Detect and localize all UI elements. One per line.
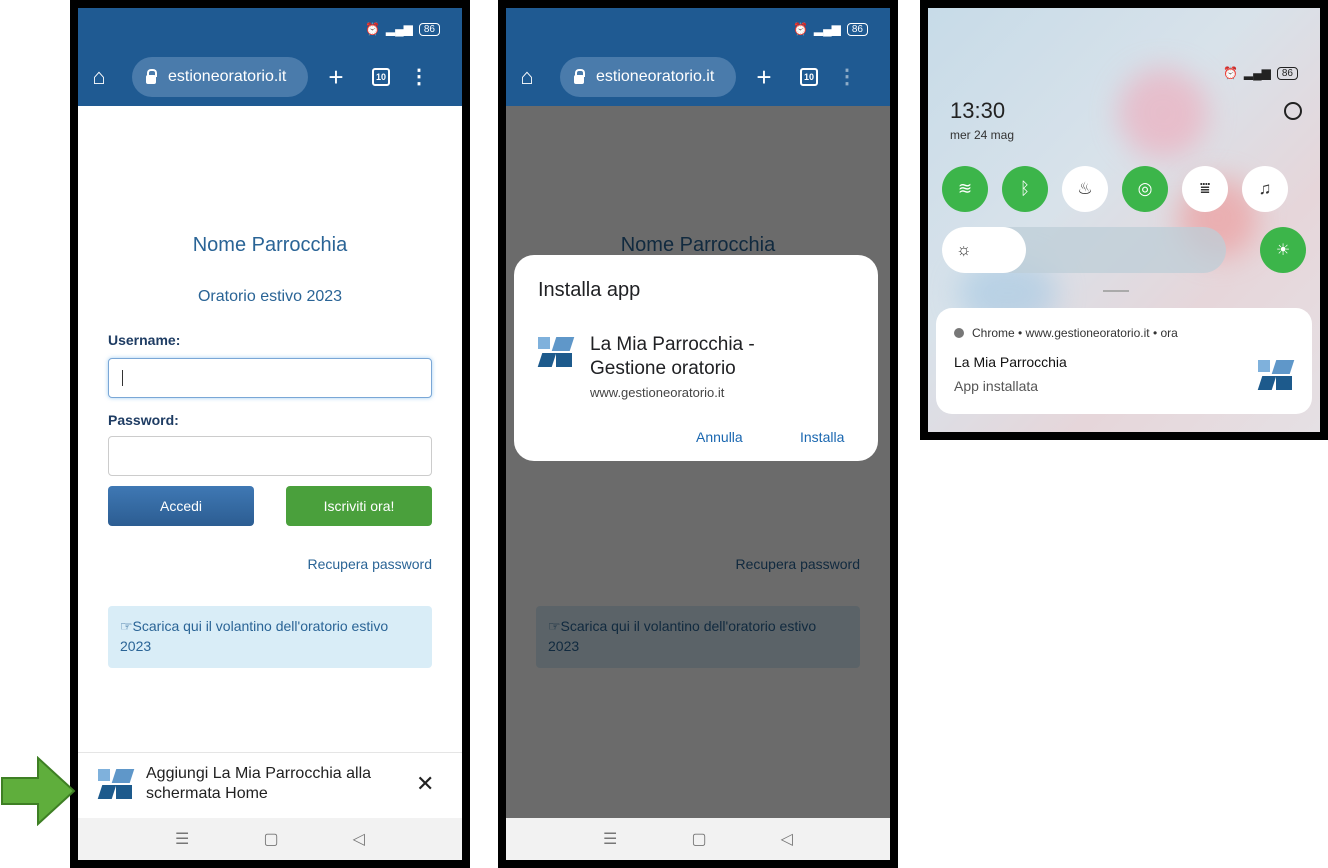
- notification-card[interactable]: Chrome • www.gestioneoratorio.it • ora L…: [936, 308, 1312, 414]
- battery-indicator: 86: [846, 22, 868, 36]
- login-page: Nome Parrocchia Oratorio estivo 2023 Use…: [78, 106, 462, 860]
- system-nav-bar: ☰ ▢ ◁: [506, 818, 890, 860]
- password-input[interactable]: [108, 436, 432, 476]
- cancel-button[interactable]: Annulla: [696, 429, 743, 445]
- address-bar[interactable]: estioneoratorio.it: [560, 57, 736, 97]
- wifi-icon[interactable]: ≋: [942, 166, 988, 212]
- chrome-icon: [954, 328, 964, 338]
- tabs-icon[interactable]: 10: [372, 68, 390, 86]
- battery-indicator: 86: [418, 22, 440, 36]
- notification-source-text: Chrome • www.gestioneoratorio.it • ora: [972, 326, 1178, 340]
- back-icon[interactable]: ◁: [781, 829, 793, 849]
- tabs-icon[interactable]: 10: [800, 68, 818, 86]
- status-bar: ⏰ ▂▄▆ 86: [1223, 66, 1298, 80]
- username-input[interactable]: [108, 358, 432, 398]
- menu-dots-icon[interactable]: ⋮: [832, 67, 862, 87]
- drag-handle[interactable]: [1103, 290, 1129, 292]
- location-icon[interactable]: ◎: [1122, 166, 1168, 212]
- address-bar[interactable]: estioneoratorio.it: [132, 57, 308, 97]
- browser-toolbar: ⏰ ▂▄▆ 86 ⌂ estioneoratorio.it + 10 ⋮: [78, 8, 462, 106]
- alarm-icon: ⏰: [792, 22, 808, 36]
- lock-icon: [146, 68, 157, 84]
- settings-icon[interactable]: [1284, 102, 1302, 120]
- phone-login: ⏰ ▂▄▆ 86 ⌂ estioneoratorio.it + 10 ⋮ Nom…: [70, 0, 470, 868]
- recents-icon[interactable]: ☰: [603, 829, 617, 849]
- notification-body: App installata: [954, 378, 1039, 394]
- phone-install-dialog: ⏰ ▂▄▆ 86 ⌂ estioneoratorio.it + 10 ⋮ Nom…: [498, 0, 898, 868]
- home-nav-icon[interactable]: ▢: [691, 829, 706, 849]
- alarm-icon: ⏰: [1222, 66, 1238, 80]
- app-logo-icon: [1257, 360, 1295, 390]
- browser-toolbar: ⏰ ▂▄▆ 86 ⌂ estioneoratorio.it + 10 ⋮: [506, 8, 890, 106]
- lock-icon: [574, 68, 585, 84]
- brightness-slider[interactable]: ☼: [942, 227, 1226, 273]
- phone-notification-shade: ⏰ ▂▄▆ 86 13:30 mer 24 mag ≋ ᛒ ♨ ◎ ⩸ ♫ ☼ …: [920, 0, 1328, 440]
- signal-icon: ▂▄▆: [385, 22, 413, 36]
- clock: 13:30: [950, 98, 1006, 123]
- wallpaper-blob: [1118, 68, 1208, 158]
- parish-title: Nome Parrocchia: [192, 234, 348, 256]
- close-icon[interactable]: ✕: [416, 771, 434, 797]
- url-text: estioneoratorio.it: [596, 68, 715, 85]
- app-logo-icon: [97, 768, 135, 799]
- home-icon[interactable]: ⌂: [506, 64, 548, 90]
- brightness-icon: ☼: [956, 240, 972, 259]
- stage: ⏰ ▂▄▆ 86 ⌂ estioneoratorio.it + 10 ⋮ Nom…: [0, 0, 1328, 868]
- dialog-app-name: La Mia Parrocchia - Gestione oratorio: [590, 334, 755, 379]
- hotspot-icon[interactable]: ⩸: [1182, 166, 1228, 212]
- modal-backdrop[interactable]: [506, 106, 890, 818]
- notification-title: La Mia Parrocchia: [954, 354, 1067, 370]
- bell-icon[interactable]: ♫: [1242, 166, 1288, 212]
- recover-password-link[interactable]: Recupera password: [307, 556, 432, 572]
- signal-icon: ▂▄▆: [813, 22, 841, 36]
- dialog-app-info: La Mia Parrocchia - Gestione oratorio: [537, 333, 810, 381]
- notification-source: Chrome • www.gestioneoratorio.it • ora: [954, 326, 1178, 340]
- recents-icon[interactable]: ☰: [175, 829, 189, 849]
- page-subtitle: Oratorio estivo 2023: [197, 288, 343, 305]
- plus-icon[interactable]: +: [742, 62, 786, 93]
- home-nav-icon[interactable]: ▢: [263, 829, 278, 849]
- add-to-home-banner[interactable]: Aggiungi La Mia Parrocchia alla schermat…: [78, 752, 462, 814]
- dialog-title: Installa app: [538, 279, 641, 301]
- date: mer 24 mag: [950, 128, 1015, 142]
- screen: ⏰ ▂▄▆ 86 ⌂ estioneoratorio.it + 10 ⋮ Nom…: [78, 8, 462, 860]
- battery-indicator: 86: [1276, 66, 1298, 80]
- brightness-fill: [942, 227, 1026, 273]
- app-logo-icon: [537, 337, 575, 367]
- screen: ⏰ ▂▄▆ 86 ⌂ estioneoratorio.it + 10 ⋮ Nom…: [506, 8, 890, 860]
- back-icon[interactable]: ◁: [353, 829, 365, 849]
- url-row: ⌂ estioneoratorio.it + 10 ⋮: [506, 56, 890, 98]
- bluetooth-icon[interactable]: ᛒ: [1002, 166, 1048, 212]
- plus-icon[interactable]: +: [314, 62, 358, 93]
- signup-button[interactable]: Iscriviti ora!: [286, 486, 432, 526]
- install-button[interactable]: Installa: [800, 429, 844, 445]
- flyer-link[interactable]: ☞Scarica qui il volantino dell'oratorio …: [108, 606, 432, 668]
- url-text: estioneoratorio.it: [168, 68, 287, 85]
- status-bar: ⏰ ▂▄▆ 86: [793, 22, 868, 36]
- system-nav-bar: ☰ ▢ ◁: [78, 818, 462, 860]
- password-label: Password:: [108, 412, 179, 428]
- alarm-icon: ⏰: [364, 22, 380, 36]
- text-caret: [122, 370, 123, 386]
- auto-brightness-icon[interactable]: ☀: [1260, 227, 1306, 273]
- home-icon[interactable]: ⌂: [78, 64, 120, 90]
- flashlight-icon[interactable]: ♨: [1062, 166, 1108, 212]
- install-dialog: Installa app La Mia Parrocchia - Gestion…: [514, 255, 878, 461]
- screen: ⏰ ▂▄▆ 86 13:30 mer 24 mag ≋ ᛒ ♨ ◎ ⩸ ♫ ☼ …: [928, 8, 1320, 432]
- url-row: ⌂ estioneoratorio.it + 10 ⋮: [78, 56, 462, 98]
- login-button[interactable]: Accedi: [108, 486, 254, 526]
- status-bar: ⏰ ▂▄▆ 86: [365, 22, 440, 36]
- menu-dots-icon[interactable]: ⋮: [404, 67, 434, 87]
- arrow-right-icon: [1, 756, 76, 826]
- banner-text: Aggiungi La Mia Parrocchia alla schermat…: [146, 764, 372, 802]
- username-label: Username:: [108, 332, 181, 348]
- signal-icon: ▂▄▆: [1243, 66, 1271, 80]
- dialog-app-url: www.gestioneoratorio.it: [590, 385, 725, 400]
